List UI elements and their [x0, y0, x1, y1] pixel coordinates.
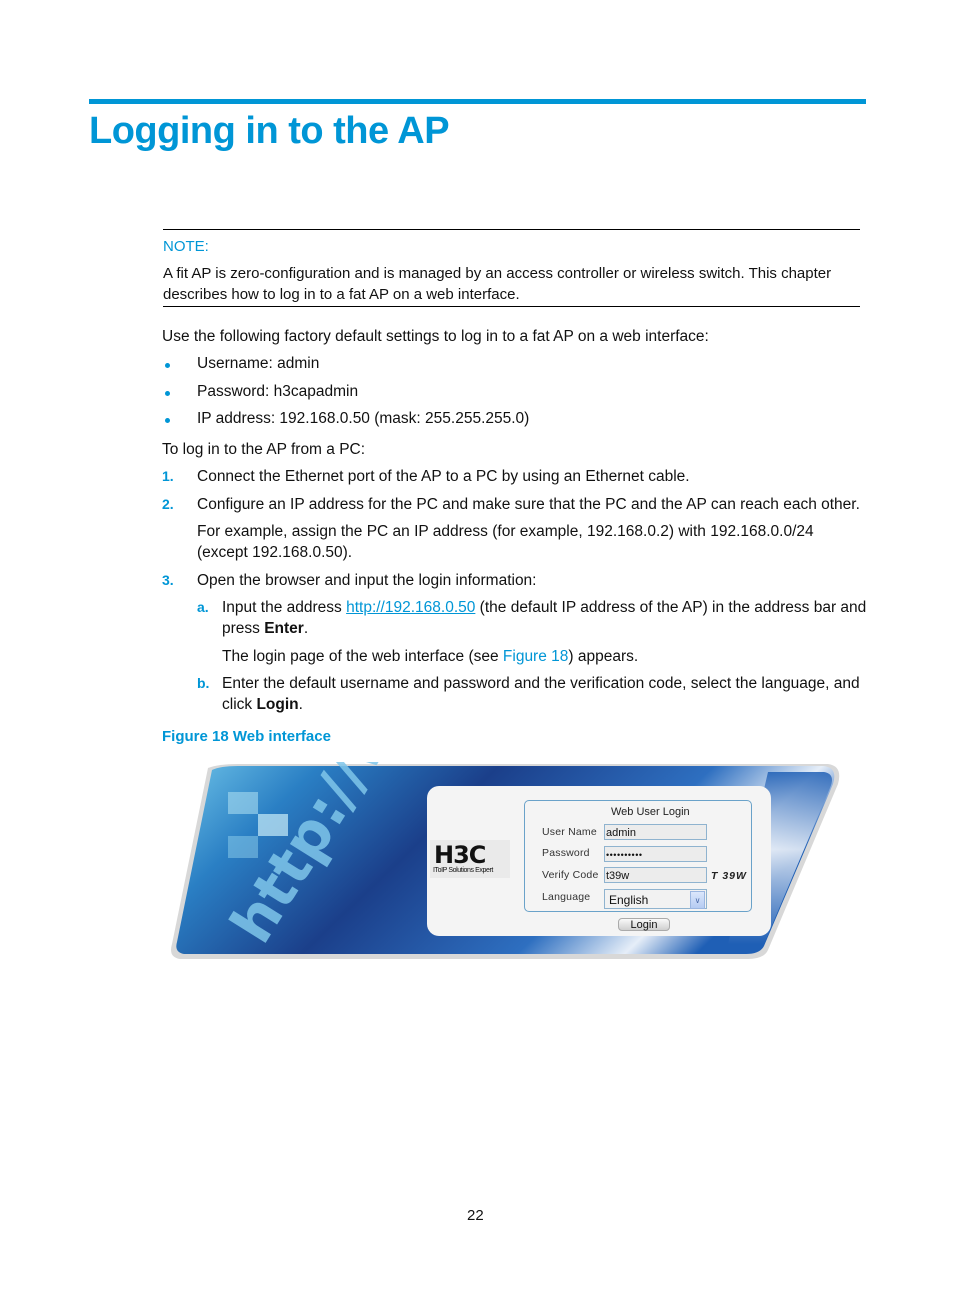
- language-value: English: [609, 893, 649, 907]
- substep-a-pre: Input the address: [222, 599, 347, 616]
- intro-text: Use the following factory default settin…: [162, 328, 709, 345]
- result-pre: The login page of the web interface (see: [222, 648, 503, 665]
- page-number: 22: [467, 1207, 484, 1224]
- substep-b-text: Enter the default username and password …: [222, 673, 867, 715]
- step-text: Connect the Ethernet port of the AP to a…: [197, 468, 690, 485]
- substep-label: b.: [197, 675, 210, 691]
- step-number: 3.: [162, 572, 174, 588]
- ip-address-link[interactable]: http://192.168.0.50: [346, 599, 475, 616]
- username-label: User Name: [542, 826, 597, 838]
- bullet-icon: [165, 391, 170, 396]
- verify-code-label: Verify Code: [542, 869, 599, 881]
- h3c-logo: H3C IToIP Solutions Expert: [430, 840, 510, 878]
- figure-18-link[interactable]: Figure 18: [503, 648, 568, 665]
- form-title: Web User Login: [611, 806, 690, 818]
- note-label: NOTE:: [163, 238, 209, 255]
- default-username: Username: admin: [197, 355, 320, 372]
- captcha-image: T 39W: [711, 870, 747, 882]
- page-title: Logging in to the AP: [89, 110, 450, 152]
- step-text: Open the browser and input the login inf…: [197, 572, 537, 589]
- bullet-icon: [165, 418, 170, 423]
- password-label: Password: [542, 847, 590, 859]
- substep-b-end: .: [298, 696, 303, 713]
- language-label: Language: [542, 891, 591, 903]
- login-form: Web User Login User Name admin Password …: [524, 800, 752, 912]
- username-input[interactable]: admin: [604, 824, 707, 840]
- bullet-icon: [165, 363, 170, 368]
- verify-code-input[interactable]: t39w: [604, 867, 707, 883]
- login-button[interactable]: Login: [618, 918, 670, 931]
- default-ip: IP address: 192.168.0.50 (mask: 255.255.…: [197, 410, 530, 427]
- default-password: Password: h3capadmin: [197, 383, 359, 400]
- figure-caption: Figure 18 Web interface: [162, 728, 331, 745]
- steps-intro: To log in to the AP from a PC:: [162, 441, 366, 458]
- web-interface-figure: http://ww H3C IToIP Solutions Expert Web…: [168, 762, 843, 962]
- step-number: 2.: [162, 496, 174, 512]
- substep-a-result: The login page of the web interface (see…: [222, 646, 638, 667]
- substep-a-text: Input the address http://192.168.0.50 (t…: [222, 597, 867, 639]
- substep-b-pre: Enter the default username and password …: [222, 675, 860, 713]
- login-bold-text: Login: [256, 696, 299, 713]
- password-input[interactable]: ••••••••••: [604, 846, 707, 862]
- note-box: NOTE: A fit AP is zero-configuration and…: [163, 229, 860, 307]
- enter-key-text: Enter: [264, 620, 304, 637]
- note-text: A fit AP is zero-configuration and is ma…: [163, 265, 832, 303]
- substep-label: a.: [197, 599, 209, 615]
- result-post: ) appears.: [568, 648, 639, 665]
- logo-tagline: IToIP Solutions Expert: [433, 867, 493, 874]
- chevron-down-icon[interactable]: ∨: [690, 891, 705, 909]
- language-select[interactable]: English ∨: [604, 889, 707, 909]
- step-number: 1.: [162, 468, 174, 484]
- logo-text: H3C: [434, 841, 486, 869]
- title-rule: [89, 99, 866, 104]
- substep-a-end: .: [303, 620, 309, 637]
- step-subtext: For example, assign the PC an IP address…: [197, 523, 814, 561]
- step-text: Configure an IP address for the PC and m…: [197, 496, 860, 513]
